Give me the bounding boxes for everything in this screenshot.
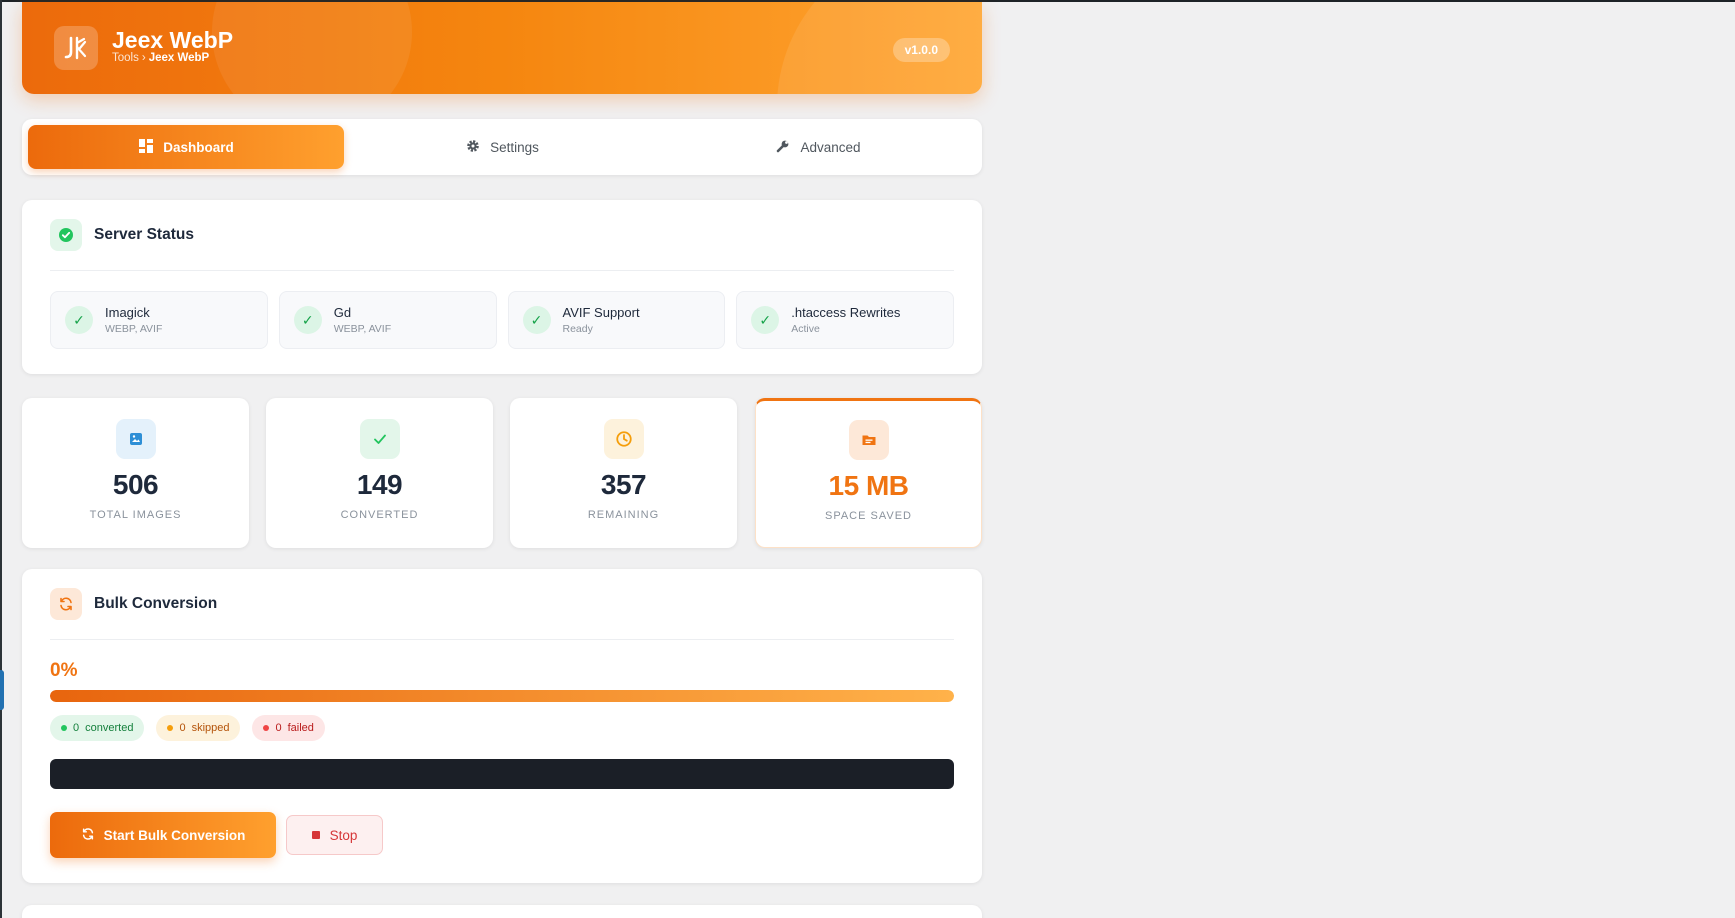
skipped-label: skipped	[191, 722, 230, 734]
admin-menu-indicator	[0, 670, 4, 710]
status-name: .htaccess Rewrites	[791, 305, 901, 320]
version-badge: v1.0.0	[892, 38, 950, 62]
stop-button-label: Stop	[329, 827, 358, 843]
tab-label: Dashboard	[163, 139, 234, 155]
stat-remaining: 357 REMAINING	[510, 398, 737, 548]
tab-label: Advanced	[800, 139, 861, 155]
tab-settings[interactable]: Settings	[344, 125, 660, 169]
next-section-card	[22, 905, 982, 918]
plugin-title: Jeex WebP	[112, 27, 234, 53]
amber-dot-icon	[167, 725, 174, 731]
breadcrumb: Tools › Jeex WebP	[112, 52, 209, 64]
check-icon: ✓	[293, 306, 322, 334]
status-item-htaccess: ✓ .htaccess Rewrites Active	[736, 291, 954, 349]
stat-space-saved: 15 MB SPACE SAVED	[755, 398, 982, 548]
progress-percent: 0%	[50, 660, 78, 681]
start-button-label: Start Bulk Conversion	[103, 827, 246, 843]
failed-count: 0	[275, 722, 282, 734]
admin-sidebar-edge	[0, 0, 2, 918]
bulk-conversion-header: Bulk Conversion	[22, 569, 982, 639]
plugin-wrapper: Jeex WebP Tools › Jeex WebP v1.0.0 Dashb…	[22, 2, 982, 918]
progress-bar	[50, 690, 954, 702]
check-icon: ✓	[751, 306, 780, 334]
folder-icon	[848, 420, 889, 460]
jx-logo-icon	[54, 26, 98, 70]
red-dot-icon	[263, 725, 270, 731]
main-tabs: Dashboard Settings Advanced	[22, 119, 982, 175]
status-detail: Active	[791, 323, 820, 335]
stat-value: 506	[112, 469, 159, 500]
stat-label: CONVERTED	[340, 509, 419, 521]
stat-value: 15 MB	[828, 470, 909, 501]
result-counters: 0 converted 0 skipped 0 failed	[50, 715, 325, 741]
breadcrumb-separator: ›	[141, 52, 146, 64]
image-icon	[115, 419, 156, 459]
plugin-header: Jeex WebP Tools › Jeex WebP v1.0.0	[22, 2, 982, 94]
check-icon: ✓	[65, 306, 93, 334]
tab-label: Settings	[490, 139, 539, 155]
status-name: Gd	[333, 305, 352, 320]
check-icon	[359, 419, 400, 459]
conversion-log-console[interactable]	[50, 759, 954, 789]
tab-advanced[interactable]: Advanced	[660, 125, 976, 169]
status-detail: Ready	[562, 323, 593, 335]
stat-value: 149	[356, 469, 403, 500]
status-item-gd: ✓ Gd WEBP, AVIF	[278, 291, 497, 349]
status-name: AVIF Support	[562, 305, 640, 320]
green-dot-icon	[61, 725, 67, 731]
status-name: Imagick	[105, 305, 150, 320]
converted-counter: 0 converted	[50, 715, 145, 741]
bulk-conversion-card: Bulk Conversion 0% 0 converted 0 skipped…	[22, 569, 982, 883]
status-item-avif: ✓ AVIF Support Ready	[507, 291, 726, 349]
status-detail: WEBP, AVIF	[333, 323, 392, 335]
breadcrumb-parent[interactable]: Tools	[112, 52, 139, 64]
header-decor-circle-large	[777, 2, 982, 94]
server-status-card: Server Status ✓ Imagick WEBP, AVIF ✓ Gd …	[22, 200, 982, 374]
start-bulk-conversion-button[interactable]: Start Bulk Conversion	[50, 812, 276, 858]
progress-bar-fill	[50, 690, 954, 702]
failed-label: failed	[287, 722, 314, 734]
stat-total-images: 506 TOTAL IMAGES	[22, 398, 249, 548]
refresh-icon	[50, 588, 82, 620]
server-status-title: Server Status	[94, 226, 194, 243]
check-icon: ✓	[522, 306, 551, 334]
stat-converted: 149 CONVERTED	[266, 398, 493, 548]
status-detail: WEBP, AVIF	[105, 323, 163, 335]
stat-label: TOTAL IMAGES	[89, 509, 182, 521]
bulk-conversion-title: Bulk Conversion	[94, 595, 218, 612]
check-circle-icon	[50, 219, 82, 251]
wrench-icon	[775, 138, 791, 157]
gear-icon	[465, 138, 481, 157]
stop-button[interactable]: Stop	[286, 815, 383, 855]
status-item-imagick: ✓ Imagick WEBP, AVIF	[50, 291, 268, 349]
failed-counter: 0 failed	[252, 715, 325, 741]
header-decor-circle	[212, 2, 412, 94]
refresh-icon	[81, 827, 95, 844]
converted-label: converted	[85, 722, 134, 734]
server-status-list: ✓ Imagick WEBP, AVIF ✓ Gd WEBP, AVIF ✓ A…	[22, 271, 982, 349]
stat-label: REMAINING	[587, 509, 660, 521]
clock-icon	[603, 419, 644, 459]
skipped-count: 0	[179, 722, 186, 734]
stat-value: 357	[600, 469, 647, 500]
converted-count: 0	[73, 722, 80, 734]
breadcrumb-current: Jeex WebP	[148, 52, 210, 64]
divider	[50, 639, 954, 640]
tab-dashboard[interactable]: Dashboard	[28, 125, 344, 169]
skipped-counter: 0 skipped	[156, 715, 241, 741]
dashboard-icon	[138, 138, 154, 157]
server-status-header: Server Status	[22, 200, 982, 270]
stop-square-icon	[311, 831, 320, 839]
stat-label: SPACE SAVED	[824, 510, 912, 522]
